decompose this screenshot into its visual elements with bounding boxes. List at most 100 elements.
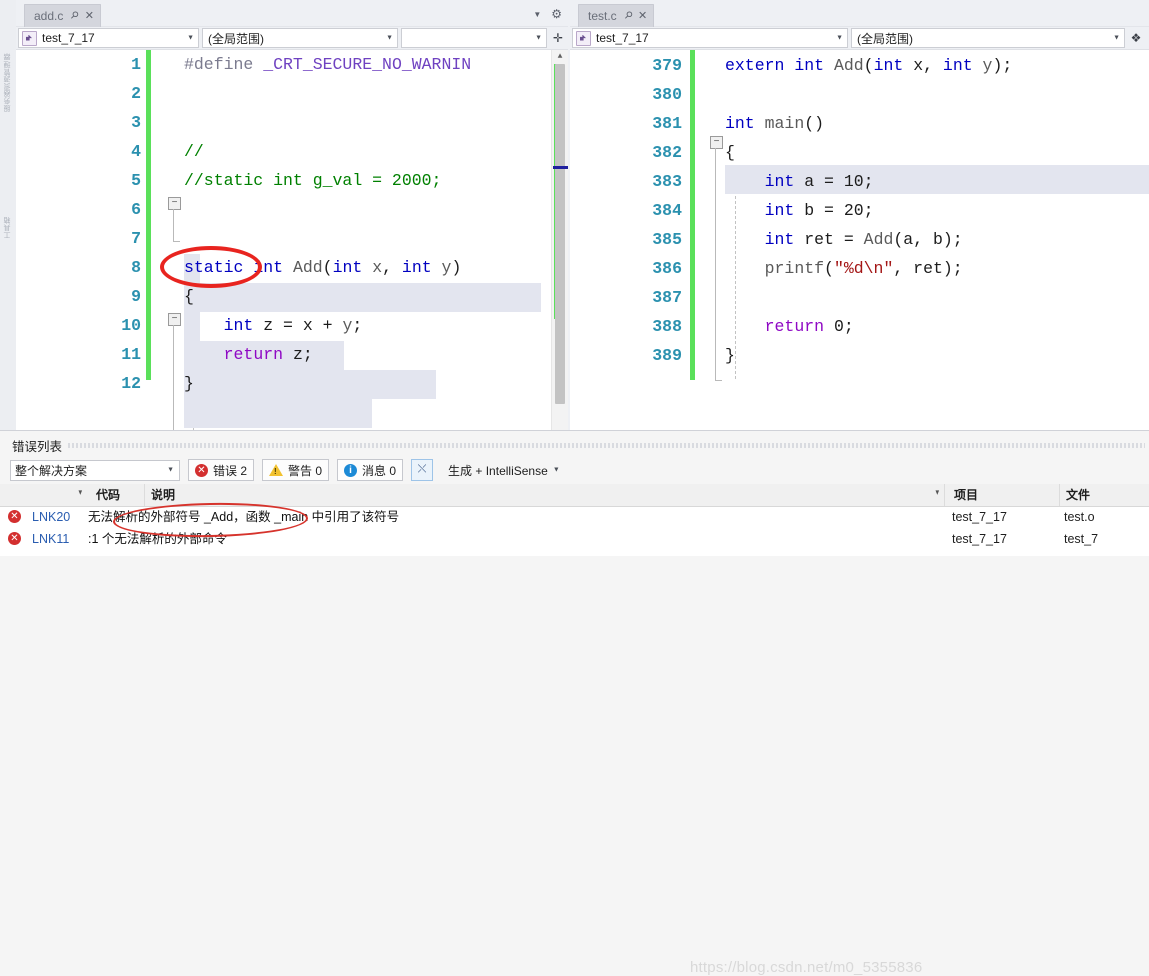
globe-icon[interactable]: ❖ [1128,29,1144,47]
navigation-bar-right: test_7_17 ▼ (全局范围) ▼ ❖ [570,27,1149,50]
code-token: z [263,316,274,335]
line-number: 12 [121,374,141,393]
scrollbar-thumb[interactable] [555,64,565,404]
gear-icon[interactable]: ⚙ [551,7,562,21]
member-combo-label: (全局范围) [208,31,264,46]
pin-icon[interactable]: ⚲ [621,9,634,22]
pin-icon[interactable]: ⚲ [68,9,81,22]
sort-indicator-icon: ▾ [935,487,940,497]
error-icon: ✕ [8,532,21,545]
table-row[interactable]: ✕ LNK11 :1 个无法解析的外部命令 test_7_17 test_7 [0,528,1149,550]
chevron-down-icon[interactable]: ▼ [533,10,541,19]
member-combo-label: (全局范围) [857,31,913,46]
dock-tab-toolbox[interactable]: 工具箱 [0,168,16,288]
messages-toggle-button[interactable]: i 消息 0 [337,459,404,481]
tab-add-c[interactable]: add.c ⚲ ✕ [24,4,101,27]
code-line[interactable]: } [725,341,735,370]
code-line[interactable]: //static int g_val = 2000; [184,166,441,195]
chevron-down-icon[interactable]: ▼ [167,467,174,474]
chevron-down-icon[interactable]: ▼ [535,35,542,42]
chevron-down-icon[interactable]: ▼ [836,35,843,42]
chevron-down-icon[interactable]: ▼ [187,35,194,42]
fold-guide [173,325,174,430]
code-token: ret [804,230,834,249]
line-number: 8 [131,258,141,277]
chevron-down-icon[interactable]: ▼ [1113,35,1120,42]
vertical-scrollbar-left[interactable]: ▲ [551,50,568,430]
build-filter-combo[interactable]: 生成 + IntelliSense ▼ [441,459,565,481]
table-row[interactable]: ✕ LNK20 无法解析的外部符号 _Add，函数 _main 中引用了该符号 … [0,506,1149,528]
scope-combo-left[interactable]: test_7_17 ▼ [18,28,199,48]
code-token: 0 [833,317,844,336]
scroll-up-arrow[interactable]: ▲ [552,50,568,64]
code-line[interactable]: int ret = Add(a, b); [725,225,963,254]
code-token: + [312,316,343,335]
sort-indicator-icon: ▾ [78,487,83,497]
dock-tab-server-explorer[interactable]: 服务器资源管理器 [0,8,16,158]
scope-combo-label: test_7_17 [596,31,649,45]
column-header-description[interactable]: 说明 [145,484,945,506]
split-window-icon[interactable]: ✛ [550,29,566,47]
code-line[interactable]: int b = 20; [725,196,874,225]
clear-filter-icon[interactable]: ⤬ [411,459,434,481]
change-bar [690,50,695,380]
tab-test-c[interactable]: test.c ⚲ ✕ [578,4,655,27]
code-line[interactable]: { [184,282,194,311]
chevron-down-icon[interactable]: ▼ [386,35,393,42]
line-number: 6 [131,200,141,219]
fold-guide-foot [173,241,180,242]
column-header-project[interactable]: 项目 [948,484,1060,506]
column-header-code[interactable]: 代码 [90,484,145,506]
scope-filter-combo[interactable]: 整个解决方案 ▼ [10,459,180,481]
warnings-toggle-button[interactable]: 警告 0 [262,459,330,481]
code-token: int [725,114,755,133]
member-combo-left[interactable]: (全局范围) ▼ [202,28,398,48]
close-icon[interactable]: ✕ [85,10,94,22]
scope-combo-right[interactable]: test_7_17 ▼ [572,28,848,48]
close-icon[interactable]: ✕ [638,10,647,22]
code-line[interactable]: extern int Add(int x, int y); [725,51,1012,80]
code-line[interactable]: int main() [725,109,824,138]
fold-toggle-function[interactable]: − [168,313,181,326]
fold-toggle-main[interactable]: − [710,136,723,149]
line-number: 380 [652,85,682,104]
code-token: int [223,316,254,335]
project-icon [576,30,591,46]
code-line[interactable]: static int Add(int x, int y) [184,253,461,282]
editor-pane-right: test.c ⚲ ✕ test_7_17 ▼ (全局范围) ▼ ❖ − 379 … [570,0,1149,430]
messages-label: 消息 0 [362,463,397,478]
code-line[interactable]: return z; [184,340,313,369]
code-surface-left[interactable]: − − ▲ 1 #define _CRT_SECURE_NO_WARNIN 2 3 4 /… [16,50,568,430]
code-line[interactable]: #define _CRT_SECURE_NO_WARNIN [184,50,471,79]
visual-studio-window: 服务器资源管理器 工具箱 add.c ⚲ ✕ ▼ ⚙ test_7_17 ▼ (… [0,0,1149,976]
extra-combo-left[interactable]: ▼ [401,28,547,48]
code-line[interactable]: // [184,137,204,166]
code-token: 10 [843,172,864,191]
code-line[interactable]: return 0; [725,312,854,341]
code-token: y [441,258,452,277]
chevron-down-icon[interactable]: ▼ [553,467,560,474]
info-icon: i [344,463,358,477]
code-line[interactable]: int a = 10; [725,167,874,196]
column-header-file[interactable]: 文件 [1060,484,1149,506]
code-line[interactable]: { [725,138,735,167]
code-token: main [764,114,805,133]
column-header-severity[interactable] [44,484,50,506]
fold-toggle-comment[interactable]: − [168,197,181,210]
code-token: int [764,201,795,220]
member-combo-right[interactable]: (全局范围) ▼ [851,28,1125,48]
cell-description: 无法解析的外部符号 _Add，函数 _main 中引用了该符号 [88,510,400,524]
code-line[interactable]: } [184,369,194,398]
code-line[interactable]: int z = x + y; [184,311,363,340]
code-line[interactable]: printf("%d\n", ret); [725,254,963,283]
panel-title-separator [68,443,1145,448]
errors-toggle-button[interactable]: ✕ 错误 2 [188,459,255,481]
error-list-header: ▾ 代码 说明 ▾ 项目 文件 [0,484,1149,507]
code-surface-right[interactable]: − 378//声明外部符号379extern int Add(int x, in… [570,50,1149,430]
